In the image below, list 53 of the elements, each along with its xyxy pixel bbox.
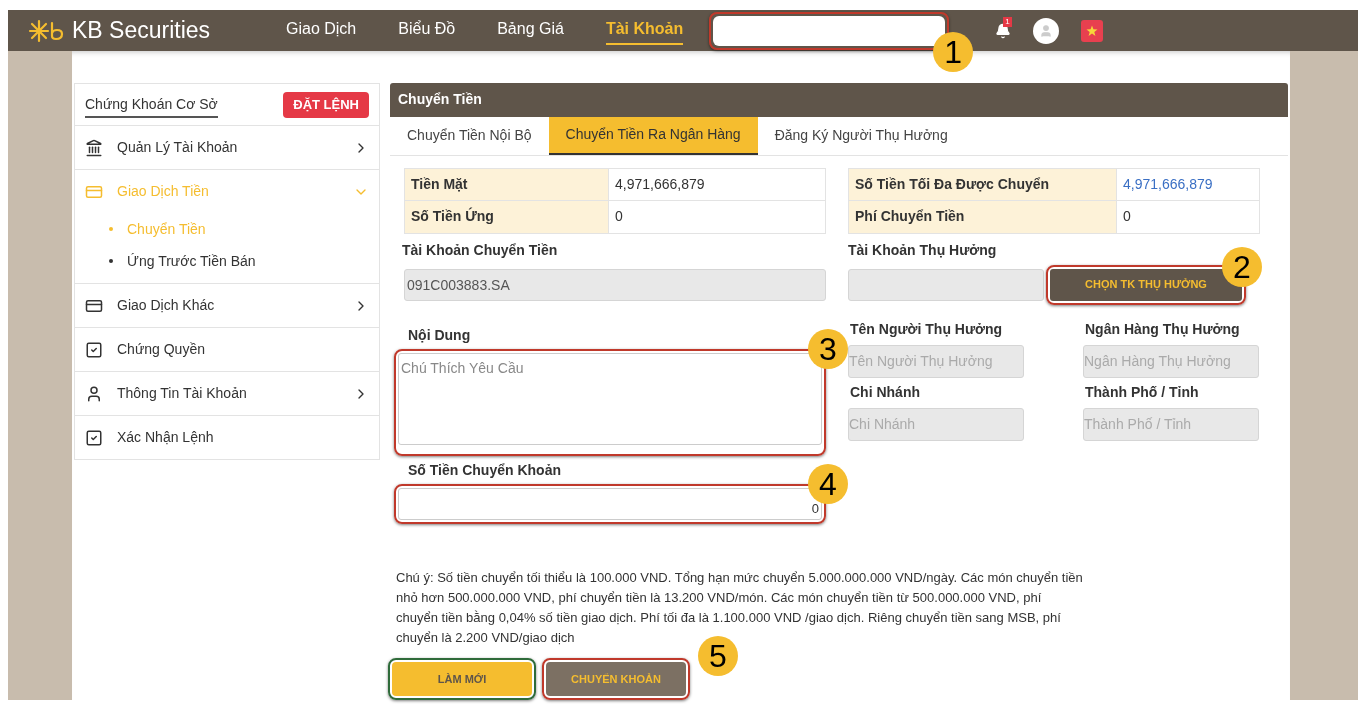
- submenu-item[interactable]: Ứng Trước Tiền Bán: [75, 245, 379, 277]
- sidebar-item[interactable]: Thông Tin Tài Khoản: [75, 372, 379, 415]
- summary-value: 4,971,666,879: [1122, 174, 1214, 194]
- checkbox-icon: [85, 428, 103, 447]
- field-label: Thành Phố / Tỉnh: [1085, 382, 1200, 402]
- brand-name: KB Securities: [72, 16, 211, 46]
- sidebar-item[interactable]: Giao Dịch Khác: [75, 284, 379, 327]
- summary-label: Số Tiền Ứng: [405, 200, 609, 233]
- sidebar-item[interactable]: Xác Nhận Lệnh: [75, 416, 379, 459]
- summary-label: Phí Chuyển Tiền: [849, 200, 1117, 233]
- nav-link[interactable]: Giao Dịch: [286, 16, 357, 45]
- person-icon: [85, 384, 103, 403]
- beneficiary-account-field[interactable]: [848, 268, 1044, 301]
- beneficiary-detail-field[interactable]: Ngân Hàng Thụ Hưởng: [1083, 344, 1259, 378]
- beneficiary-detail-field[interactable]: Thành Phố / Tỉnh: [1083, 407, 1259, 441]
- account-field[interactable]: 091C003883.SA: [404, 268, 826, 301]
- tab[interactable]: Chuyển Tiền Ra Ngân Hàng: [548, 116, 758, 155]
- summary-value: 4,971,666,879: [614, 174, 706, 194]
- place-order-button[interactable]: ĐẶT LỆNH: [283, 91, 369, 118]
- tab[interactable]: Chuyển Tiền Nội Bộ: [390, 116, 549, 155]
- field-label: Tên Người Thụ Hưởng: [850, 319, 1004, 339]
- summary-value: 0: [1122, 207, 1132, 226]
- callout-badge: 5: [698, 636, 738, 676]
- field-label: Số Tiền Chuyển Khoản: [408, 460, 562, 480]
- field-label: Tài Khoản Chuyển Tiền: [402, 240, 559, 260]
- summary-label: Tiền Mặt: [405, 168, 609, 200]
- checkbox-icon: [85, 340, 103, 359]
- summary-label: Số Tiền Tối Đa Được Chuyển: [849, 168, 1117, 200]
- nav-link[interactable]: Bảng Giá: [497, 16, 564, 45]
- field-label: Chi Nhánh: [850, 382, 921, 402]
- summary-value: 0: [614, 207, 624, 226]
- sidebar-item[interactable]: Quản Lý Tài Khoản: [75, 126, 379, 169]
- sidebar-item[interactable]: Chứng Quyền: [75, 328, 379, 371]
- nav-link[interactable]: Tài Khoản: [605, 16, 684, 45]
- tab[interactable]: Đăng Ký Người Thụ Hưởng: [757, 116, 965, 155]
- notification-count: 1: [1003, 16, 1012, 27]
- beneficiary-detail-field[interactable]: Tên Người Thụ Hưởng: [848, 344, 1024, 378]
- sidebar-title: Chứng Khoán Cơ Sở: [85, 94, 218, 118]
- callout-badge: 2: [1222, 246, 1262, 287]
- reset-button[interactable]: LÀM MỚI: [392, 662, 532, 696]
- beneficiary-detail-field[interactable]: Chi Nhánh: [848, 407, 1024, 441]
- logo-icon: [28, 18, 66, 43]
- field-label: Nội Dung: [408, 325, 472, 345]
- nav-link[interactable]: Biểu Đồ: [398, 16, 456, 45]
- avatar-icon[interactable]: [1033, 17, 1060, 44]
- callout-badge: 3: [808, 328, 848, 369]
- callout-badge: 4: [808, 463, 848, 504]
- field-label: Tài Khoản Thụ Hưởng: [848, 240, 998, 260]
- bank-icon: [85, 138, 103, 157]
- field-label: Ngân Hàng Thụ Hưởng: [1085, 319, 1241, 339]
- bell-icon[interactable]: [995, 22, 1012, 39]
- flag-icon[interactable]: [1081, 19, 1104, 42]
- panel-title: Chuyển Tiền: [398, 90, 482, 110]
